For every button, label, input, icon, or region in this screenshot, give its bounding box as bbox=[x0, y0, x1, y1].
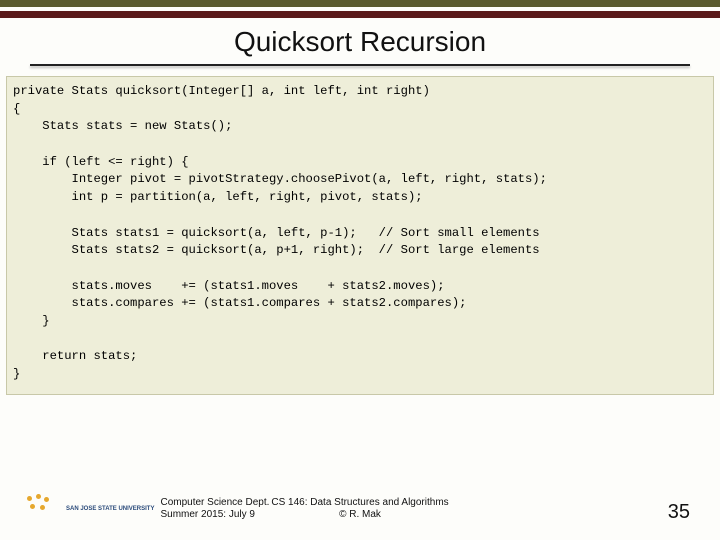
bar-maroon bbox=[0, 11, 720, 18]
title-area: Quicksort Recursion bbox=[0, 26, 720, 66]
footer-course: CS 146: Data Structures and Algorithms ©… bbox=[271, 497, 448, 521]
bar-olive bbox=[0, 0, 720, 7]
page-number: 35 bbox=[668, 501, 690, 524]
footer-dept: Computer Science Dept. Summer 2015: July… bbox=[160, 497, 269, 521]
dept-line2: Summer 2015: July 9 bbox=[160, 509, 269, 521]
logo-text: SAN JOSE STATE UNIVERSITY bbox=[66, 506, 154, 512]
code-block: private Stats quicksort(Integer[] a, int… bbox=[6, 76, 714, 395]
dept-line1: Computer Science Dept. bbox=[160, 497, 269, 509]
course-line2: © R. Mak bbox=[271, 509, 448, 521]
title-underline bbox=[30, 64, 690, 66]
course-line1: CS 146: Data Structures and Algorithms bbox=[271, 497, 448, 509]
footer: SAN JOSE STATE UNIVERSITY Computer Scien… bbox=[0, 494, 720, 524]
university-logo bbox=[24, 494, 54, 524]
decorative-top-bars bbox=[0, 0, 720, 18]
slide-title: Quicksort Recursion bbox=[234, 26, 486, 62]
logo-caption: SAN JOSE STATE UNIVERSITY bbox=[66, 506, 154, 512]
